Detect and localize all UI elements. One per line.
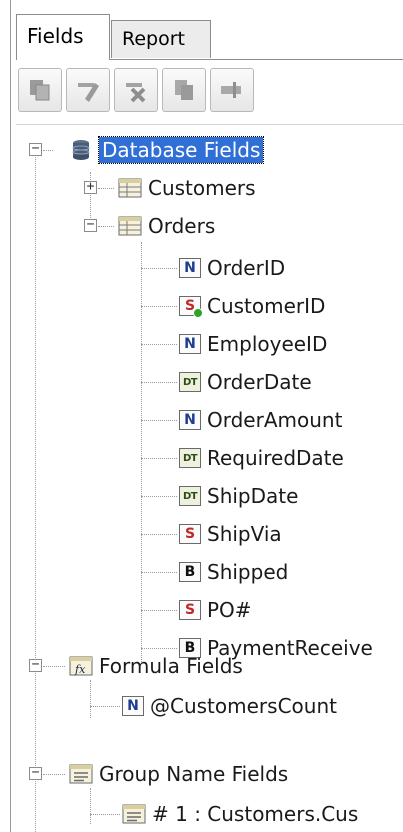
boolean-type-icon: B [179, 562, 201, 582]
field-customerscount[interactable]: N @CustomersCount [90, 688, 337, 724]
rename-button[interactable] [210, 68, 254, 112]
tab-fields[interactable]: Fields [16, 14, 110, 60]
expand-toggle[interactable]: + [84, 180, 97, 194]
field-label: PO# [207, 598, 252, 622]
collapse-toggle[interactable]: − [29, 766, 42, 780]
tree-label: Customers [148, 176, 256, 200]
copy-icon [30, 80, 50, 101]
tree-node-customers[interactable]: + Customers [84, 170, 256, 206]
datetime-type-icon: DT [179, 486, 201, 506]
toolbar-separator [16, 124, 403, 125]
copy-button[interactable] [18, 68, 62, 112]
field-label: OrderID [207, 256, 286, 280]
duplicate-button[interactable] [162, 68, 206, 112]
string-type-icon: S [179, 524, 201, 544]
table-icon [118, 176, 142, 200]
string-type-icon: S [179, 600, 201, 620]
group-icon [122, 802, 146, 826]
tab-report[interactable]: Report [111, 20, 211, 58]
toolbar [18, 68, 403, 114]
tab-bar: Fields Report [16, 14, 403, 60]
datetime-type-icon: DT [179, 372, 201, 392]
field-label: OrderAmount [207, 408, 343, 432]
tree-label: Group Name Fields [99, 762, 289, 786]
table-icon [118, 214, 142, 238]
field-orderdate[interactable]: DT OrderDate [141, 364, 312, 400]
number-type-icon: N [179, 410, 201, 430]
field-label: ShipDate [207, 484, 299, 508]
number-type-icon: N [179, 258, 201, 278]
field-requireddate[interactable]: DT RequiredDate [141, 440, 344, 476]
rename-icon [221, 82, 241, 98]
string-type-icon: S [179, 296, 203, 318]
group-icon [69, 762, 93, 786]
delete-icon [126, 83, 146, 103]
number-type-icon: N [122, 696, 144, 716]
svg-text:fx: fx [74, 663, 86, 676]
database-icon [69, 138, 93, 162]
field-customerid[interactable]: S CustomerID [141, 288, 325, 324]
field-po[interactable]: S PO# [141, 592, 252, 628]
field-orderid[interactable]: N OrderID [141, 250, 285, 286]
datetime-type-icon: DT [179, 448, 201, 468]
tree-node-group-name-fields[interactable]: − Group Name Fields [29, 756, 288, 792]
field-label: OrderDate [207, 370, 312, 394]
fields-tree: − Database Fields + Customers − Orders N… [0, 128, 403, 832]
collapse-toggle[interactable]: − [84, 218, 97, 232]
tree-node-orders[interactable]: − Orders [84, 208, 215, 244]
tree-node-formula-fields[interactable]: − fx Formula Fields [29, 648, 243, 684]
group-field-customers[interactable]: # 1 : Customers.Cus [90, 796, 358, 832]
checked-status-icon [193, 308, 203, 318]
field-orderamount[interactable]: N OrderAmount [141, 402, 342, 438]
field-label: EmployeeID [207, 332, 328, 356]
edit-icon [78, 83, 99, 102]
field-shipped[interactable]: B Shipped [141, 554, 288, 590]
number-type-icon: N [179, 334, 201, 354]
collapse-toggle[interactable]: − [29, 658, 42, 672]
field-shipdate[interactable]: DT ShipDate [141, 478, 298, 514]
edit-button[interactable] [66, 68, 110, 112]
tree-label: Orders [148, 214, 216, 238]
formula-icon: fx [69, 654, 93, 678]
collapse-toggle[interactable]: − [29, 142, 42, 156]
field-label: CustomerID [207, 294, 326, 318]
delete-button[interactable] [114, 68, 158, 112]
tree-label: Formula Fields [99, 654, 243, 678]
field-shipvia[interactable]: S ShipVia [141, 516, 282, 552]
tree-root-line [35, 150, 36, 832]
duplicate-icon [175, 80, 193, 100]
field-label: ShipVia [207, 522, 282, 546]
field-label: Shipped [207, 560, 289, 584]
field-label: RequiredDate [207, 446, 344, 470]
field-label: @CustomersCount [150, 694, 337, 718]
field-employeeid[interactable]: N EmployeeID [141, 326, 327, 362]
tree-label: Database Fields [97, 136, 265, 164]
tree-node-database-fields[interactable]: − Database Fields [29, 132, 265, 168]
field-label: # 1 : Customers.Cus [152, 802, 359, 826]
